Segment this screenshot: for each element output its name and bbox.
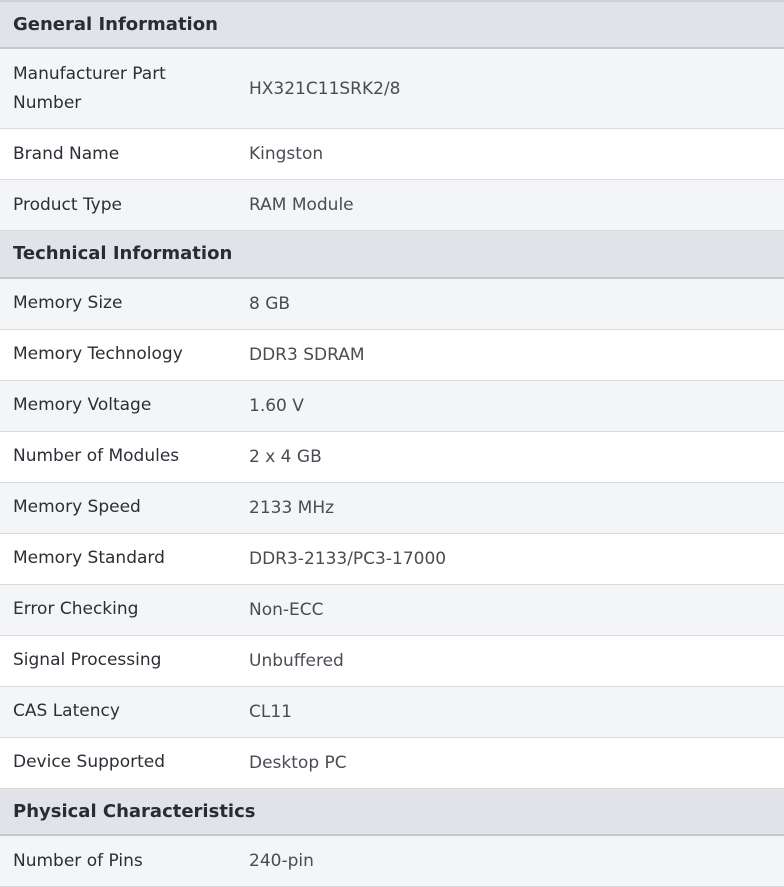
section-title: General Information <box>0 1 784 49</box>
spec-value: CL11 <box>236 686 784 738</box>
spec-row-memory-speed: Memory Speed 2133 MHz <box>0 482 784 534</box>
spec-label: Device Supported <box>0 737 236 789</box>
section-title: Physical Characteristics <box>0 788 784 836</box>
spec-row-memory-technology: Memory Technology DDR3 SDRAM <box>0 329 784 381</box>
spec-label: Memory Technology <box>0 329 236 381</box>
spec-label: Memory Speed <box>0 482 236 534</box>
spec-row-error-checking: Error Checking Non-ECC <box>0 584 784 636</box>
spec-row-number-of-pins: Number of Pins 240-pin <box>0 835 784 887</box>
spec-value: Non-ECC <box>236 584 784 636</box>
spec-label: Memory Size <box>0 277 236 330</box>
spec-label: Brand Name <box>0 128 236 180</box>
spec-row-number-of-modules: Number of Modules 2 x 4 GB <box>0 431 784 483</box>
spec-label: Signal Processing <box>0 635 236 687</box>
section-header-physical-characteristics: Physical Characteristics <box>0 788 784 836</box>
spec-value: Unbuffered <box>236 635 784 687</box>
spec-value: 2133 MHz <box>236 482 784 534</box>
spec-label: Error Checking <box>0 584 236 636</box>
spec-value: 8 GB <box>236 277 784 330</box>
section-title: Technical Information <box>0 230 784 279</box>
spec-row-device-supported: Device Supported Desktop PC <box>0 737 784 789</box>
spec-value: Desktop PC <box>236 737 784 789</box>
spec-value: DDR3-2133/PC3-17000 <box>236 533 784 585</box>
spec-label: Memory Voltage <box>0 380 236 432</box>
spec-value: Kingston <box>236 128 784 180</box>
spec-label: Number of Modules <box>0 431 236 483</box>
spec-row-signal-processing: Signal Processing Unbuffered <box>0 635 784 687</box>
spec-row-memory-voltage: Memory Voltage 1.60 V <box>0 380 784 432</box>
specifications-table: General Information Manufacturer Part Nu… <box>0 0 784 887</box>
spec-value: RAM Module <box>236 179 784 231</box>
spec-row-cas-latency: CAS Latency CL11 <box>0 686 784 738</box>
spec-label: Memory Standard <box>0 533 236 585</box>
section-header-general-information: General Information <box>0 1 784 49</box>
spec-row-memory-size: Memory Size 8 GB <box>0 277 784 330</box>
spec-label: Number of Pins <box>0 835 236 887</box>
spec-row-memory-standard: Memory Standard DDR3-2133/PC3-17000 <box>0 533 784 585</box>
spec-row-manufacturer-part-number: Manufacturer Part Number HX321C11SRK2/8 <box>0 48 784 129</box>
spec-label: Product Type <box>0 179 236 231</box>
spec-row-brand-name: Brand Name Kingston <box>0 128 784 180</box>
spec-value: DDR3 SDRAM <box>236 329 784 381</box>
spec-row-product-type: Product Type RAM Module <box>0 179 784 231</box>
spec-value: HX321C11SRK2/8 <box>236 48 784 129</box>
spec-value: 1.60 V <box>236 380 784 432</box>
spec-label: CAS Latency <box>0 686 236 738</box>
spec-value: 240-pin <box>236 835 784 887</box>
section-header-technical-information: Technical Information <box>0 230 784 279</box>
spec-value: 2 x 4 GB <box>236 431 784 483</box>
spec-label: Manufacturer Part Number <box>0 48 236 129</box>
